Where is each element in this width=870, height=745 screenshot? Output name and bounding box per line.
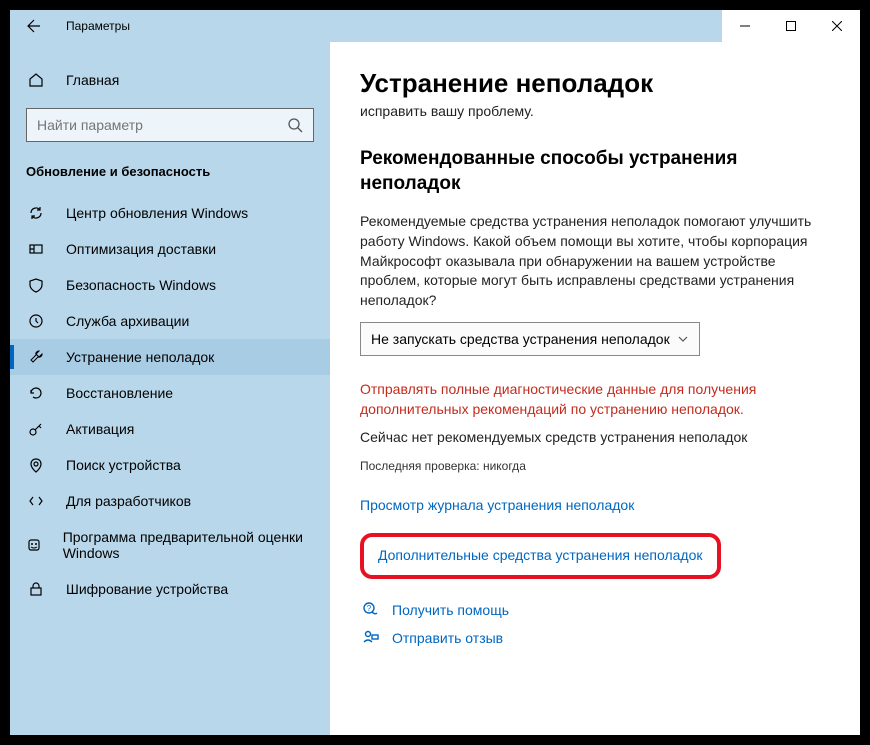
sidebar-item-encryption[interactable]: Шифрование устройства — [10, 571, 330, 607]
delivery-icon — [26, 241, 46, 257]
page-title: Устранение неполадок — [360, 68, 836, 99]
get-help-link[interactable]: ? Получить помощь — [360, 601, 836, 619]
minimize-icon — [740, 21, 750, 31]
sidebar-item-find-device[interactable]: Поиск устройства — [10, 447, 330, 483]
feedback-icon — [360, 629, 382, 647]
sidebar-item-windows-update[interactable]: Центр обновления Windows — [10, 195, 330, 231]
close-button[interactable] — [814, 10, 860, 42]
nav-label: Активация — [66, 421, 134, 437]
arrow-left-icon — [26, 18, 42, 34]
nav-label: Служба архивации — [66, 313, 189, 329]
sidebar: Главная Обновление и безопасность Центр … — [10, 42, 330, 735]
lock-icon — [26, 581, 46, 597]
sidebar-item-troubleshoot[interactable]: Устранение неполадок — [10, 339, 330, 375]
key-icon — [26, 421, 46, 437]
nav-label: Центр обновления Windows — [66, 205, 248, 221]
body: Главная Обновление и безопасность Центр … — [10, 42, 860, 735]
sidebar-item-backup[interactable]: Служба архивации — [10, 303, 330, 339]
back-button[interactable] — [10, 10, 58, 42]
recovery-icon — [26, 385, 46, 401]
sync-icon — [26, 205, 46, 221]
last-check-text: Последняя проверка: никогда — [360, 459, 836, 473]
nav-label: Программа предварительной оценки Windows — [63, 529, 314, 561]
home-item[interactable]: Главная — [10, 64, 330, 96]
section-title: Рекомендованные способы устранения непол… — [360, 147, 836, 196]
highlight-box: Дополнительные средства устранения непол… — [360, 533, 721, 579]
chevron-down-icon — [677, 333, 689, 345]
nav-label: Безопасность Windows — [66, 277, 216, 293]
window-controls — [722, 10, 860, 42]
sidebar-item-activation[interactable]: Активация — [10, 411, 330, 447]
close-icon — [832, 21, 842, 31]
location-icon — [26, 457, 46, 473]
wrench-icon — [26, 349, 46, 365]
nav-label: Восстановление — [66, 385, 173, 401]
titlebar: Параметры — [10, 10, 860, 42]
shield-icon — [26, 277, 46, 293]
status-text: Сейчас нет рекомендуемых средств устране… — [360, 428, 836, 448]
search-box[interactable] — [26, 108, 314, 142]
description-text: Рекомендуемые средства устранения непола… — [360, 212, 836, 310]
svg-text:?: ? — [367, 604, 372, 613]
settings-window: Параметры Главная Обновление и безопасно… — [0, 0, 870, 745]
sidebar-item-recovery[interactable]: Восстановление — [10, 375, 330, 411]
history-link[interactable]: Просмотр журнала устранения неполадок — [360, 497, 836, 513]
feedback-label: Отправить отзыв — [392, 630, 503, 646]
backup-icon — [26, 313, 46, 329]
sidebar-section-header: Обновление и безопасность — [10, 160, 330, 195]
nav-label: Для разработчиков — [66, 493, 191, 509]
nav-label: Шифрование устройства — [66, 581, 228, 597]
dropdown-value: Не запускать средства устранения неполад… — [371, 331, 677, 347]
maximize-icon — [786, 21, 796, 31]
feedback-link[interactable]: Отправить отзыв — [360, 629, 836, 647]
maximize-button[interactable] — [768, 10, 814, 42]
minimize-button[interactable] — [722, 10, 768, 42]
home-icon — [26, 72, 46, 88]
sidebar-item-insider[interactable]: Программа предварительной оценки Windows — [10, 519, 330, 571]
help-icon: ? — [360, 601, 382, 619]
code-icon — [26, 493, 46, 509]
search-icon — [287, 117, 303, 133]
sidebar-item-windows-security[interactable]: Безопасность Windows — [10, 267, 330, 303]
troubleshoot-mode-dropdown[interactable]: Не запускать средства устранения неполад… — [360, 322, 700, 356]
home-label: Главная — [66, 72, 119, 88]
nav-label: Устранение неполадок — [66, 349, 214, 365]
help-label: Получить помощь — [392, 602, 509, 618]
diagnostic-notice: Отправлять полные диагностические данные… — [360, 380, 836, 419]
main-content: Устранение неполадок исправить вашу проб… — [330, 42, 860, 735]
sidebar-item-delivery-optimization[interactable]: Оптимизация доставки — [10, 231, 330, 267]
insider-icon — [26, 537, 43, 553]
search-input[interactable] — [37, 117, 287, 133]
additional-troubleshooters-link[interactable]: Дополнительные средства устранения непол… — [378, 547, 703, 563]
nav-label: Поиск устройства — [66, 457, 181, 473]
sidebar-item-developers[interactable]: Для разработчиков — [10, 483, 330, 519]
window-title: Параметры — [66, 19, 130, 33]
page-subtitle: исправить вашу проблему. — [360, 103, 836, 119]
nav-label: Оптимизация доставки — [66, 241, 216, 257]
